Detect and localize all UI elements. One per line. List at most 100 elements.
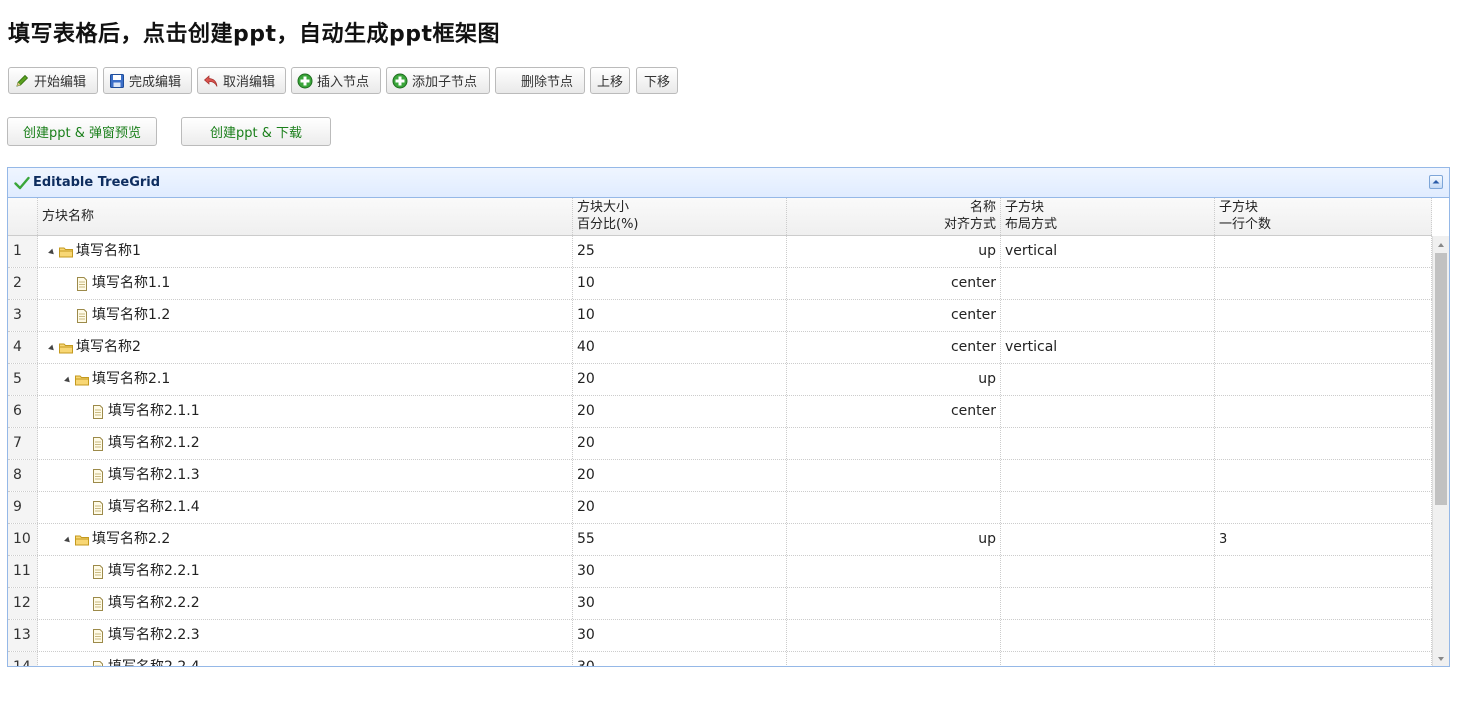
cell-name[interactable]: 填写名称2.1 bbox=[38, 364, 573, 395]
table-row[interactable]: 14 填写名称2.2.4 30 bbox=[8, 652, 1432, 666]
cell-size[interactable]: 20 bbox=[573, 460, 787, 491]
cell-name[interactable]: 填写名称2.2.4 bbox=[38, 652, 573, 666]
header-align[interactable]: 名称 对齐方式 bbox=[787, 198, 1001, 235]
table-row[interactable]: 13 填写名称2.2.3 30 bbox=[8, 620, 1432, 652]
cell-name[interactable]: 填写名称2.2.2 bbox=[38, 588, 573, 619]
header-name[interactable]: 方块名称 bbox=[38, 198, 573, 235]
cell-size[interactable]: 20 bbox=[573, 364, 787, 395]
header-layout[interactable]: 子方块 布局方式 bbox=[1001, 198, 1215, 235]
cell-count[interactable] bbox=[1215, 652, 1432, 666]
cell-layout[interactable] bbox=[1001, 588, 1215, 619]
cell-size[interactable]: 30 bbox=[573, 588, 787, 619]
cell-size[interactable]: 10 bbox=[573, 268, 787, 299]
move-down-button[interactable]: 下移 bbox=[636, 67, 678, 94]
cell-count[interactable] bbox=[1215, 556, 1432, 587]
header-size[interactable]: 方块大小 百分比(%) bbox=[573, 198, 787, 235]
cell-layout[interactable] bbox=[1001, 396, 1215, 427]
cell-count[interactable] bbox=[1215, 588, 1432, 619]
cell-name[interactable]: 填写名称2.1.2 bbox=[38, 428, 573, 459]
cell-align[interactable] bbox=[787, 620, 1001, 651]
vertical-scrollbar[interactable] bbox=[1432, 236, 1449, 666]
cell-size[interactable]: 40 bbox=[573, 332, 787, 363]
cell-size[interactable]: 55 bbox=[573, 524, 787, 555]
cell-align[interactable]: up bbox=[787, 236, 1001, 267]
create-ppt-preview-button[interactable]: 创建ppt & 弹窗预览 bbox=[7, 117, 157, 146]
cell-size[interactable]: 30 bbox=[573, 556, 787, 587]
cell-name[interactable]: 填写名称1.1 bbox=[38, 268, 573, 299]
cell-layout[interactable] bbox=[1001, 556, 1215, 587]
cell-align[interactable]: center bbox=[787, 332, 1001, 363]
cell-align[interactable] bbox=[787, 428, 1001, 459]
delete-node-button[interactable]: 删除节点 bbox=[495, 67, 585, 94]
collapse-icon[interactable] bbox=[1429, 175, 1443, 189]
table-row[interactable]: 8 填写名称2.1.3 20 bbox=[8, 460, 1432, 492]
expand-toggle-icon[interactable] bbox=[46, 244, 58, 260]
expand-toggle-icon[interactable] bbox=[62, 372, 74, 388]
cell-name[interactable]: 填写名称2.2 bbox=[38, 524, 573, 555]
cell-count[interactable] bbox=[1215, 364, 1432, 395]
table-row[interactable]: 2 填写名称1.1 10 center bbox=[8, 268, 1432, 300]
cell-layout[interactable] bbox=[1001, 620, 1215, 651]
finish-edit-button[interactable]: 完成编辑 bbox=[103, 67, 192, 94]
cell-size[interactable]: 30 bbox=[573, 620, 787, 651]
add-child-node-button[interactable]: 添加子节点 bbox=[386, 67, 490, 94]
cell-layout[interactable] bbox=[1001, 428, 1215, 459]
cell-layout[interactable] bbox=[1001, 492, 1215, 523]
cell-layout[interactable]: vertical bbox=[1001, 236, 1215, 267]
cell-size[interactable]: 20 bbox=[573, 492, 787, 523]
table-row[interactable]: 6 填写名称2.1.1 20 center bbox=[8, 396, 1432, 428]
table-row[interactable]: 1 填写名称1 25 up vertical bbox=[8, 236, 1432, 268]
cell-count[interactable]: 3 bbox=[1215, 524, 1432, 555]
cell-count[interactable] bbox=[1215, 396, 1432, 427]
cell-name[interactable]: 填写名称2.2.3 bbox=[38, 620, 573, 651]
table-row[interactable]: 10 填写名称2.2 55 up 3 bbox=[8, 524, 1432, 556]
cell-name[interactable]: 填写名称2.2.1 bbox=[38, 556, 573, 587]
table-row[interactable]: 11 填写名称2.2.1 30 bbox=[8, 556, 1432, 588]
cell-align[interactable]: center bbox=[787, 396, 1001, 427]
cell-align[interactable] bbox=[787, 460, 1001, 491]
cell-align[interactable]: center bbox=[787, 300, 1001, 331]
cell-name[interactable]: 填写名称2.1.4 bbox=[38, 492, 573, 523]
cell-align[interactable]: up bbox=[787, 364, 1001, 395]
begin-edit-button[interactable]: 开始编辑 bbox=[8, 67, 98, 94]
cell-name[interactable]: 填写名称1 bbox=[38, 236, 573, 267]
cell-count[interactable] bbox=[1215, 332, 1432, 363]
cell-align[interactable]: up bbox=[787, 524, 1001, 555]
cell-name[interactable]: 填写名称2 bbox=[38, 332, 573, 363]
cell-name[interactable]: 填写名称1.2 bbox=[38, 300, 573, 331]
expand-toggle-icon[interactable] bbox=[46, 340, 58, 356]
scroll-thumb[interactable] bbox=[1435, 253, 1447, 505]
cell-size[interactable]: 30 bbox=[573, 652, 787, 666]
cell-count[interactable] bbox=[1215, 492, 1432, 523]
cell-count[interactable] bbox=[1215, 620, 1432, 651]
cancel-edit-button[interactable]: 取消编辑 bbox=[197, 67, 286, 94]
scroll-up-icon[interactable] bbox=[1433, 236, 1449, 253]
cell-align[interactable] bbox=[787, 652, 1001, 666]
table-row[interactable]: 9 填写名称2.1.4 20 bbox=[8, 492, 1432, 524]
create-ppt-download-button[interactable]: 创建ppt & 下载 bbox=[181, 117, 331, 146]
table-row[interactable]: 3 填写名称1.2 10 center bbox=[8, 300, 1432, 332]
table-row[interactable]: 4 填写名称2 40 center vertical bbox=[8, 332, 1432, 364]
cell-layout[interactable] bbox=[1001, 300, 1215, 331]
cell-layout[interactable]: vertical bbox=[1001, 332, 1215, 363]
cell-count[interactable] bbox=[1215, 236, 1432, 267]
insert-node-button[interactable]: 插入节点 bbox=[291, 67, 381, 94]
table-row[interactable]: 12 填写名称2.2.2 30 bbox=[8, 588, 1432, 620]
cell-layout[interactable] bbox=[1001, 460, 1215, 491]
table-row[interactable]: 5 填写名称2.1 20 up bbox=[8, 364, 1432, 396]
cell-size[interactable]: 25 bbox=[573, 236, 787, 267]
expand-toggle-icon[interactable] bbox=[62, 532, 74, 548]
cell-layout[interactable] bbox=[1001, 524, 1215, 555]
cell-count[interactable] bbox=[1215, 268, 1432, 299]
cell-align[interactable] bbox=[787, 588, 1001, 619]
cell-name[interactable]: 填写名称2.1.3 bbox=[38, 460, 573, 491]
cell-size[interactable]: 10 bbox=[573, 300, 787, 331]
cell-count[interactable] bbox=[1215, 428, 1432, 459]
cell-size[interactable]: 20 bbox=[573, 396, 787, 427]
cell-align[interactable] bbox=[787, 492, 1001, 523]
cell-layout[interactable] bbox=[1001, 652, 1215, 666]
cell-layout[interactable] bbox=[1001, 364, 1215, 395]
cell-size[interactable]: 20 bbox=[573, 428, 787, 459]
cell-count[interactable] bbox=[1215, 300, 1432, 331]
move-up-button[interactable]: 上移 bbox=[590, 67, 630, 94]
